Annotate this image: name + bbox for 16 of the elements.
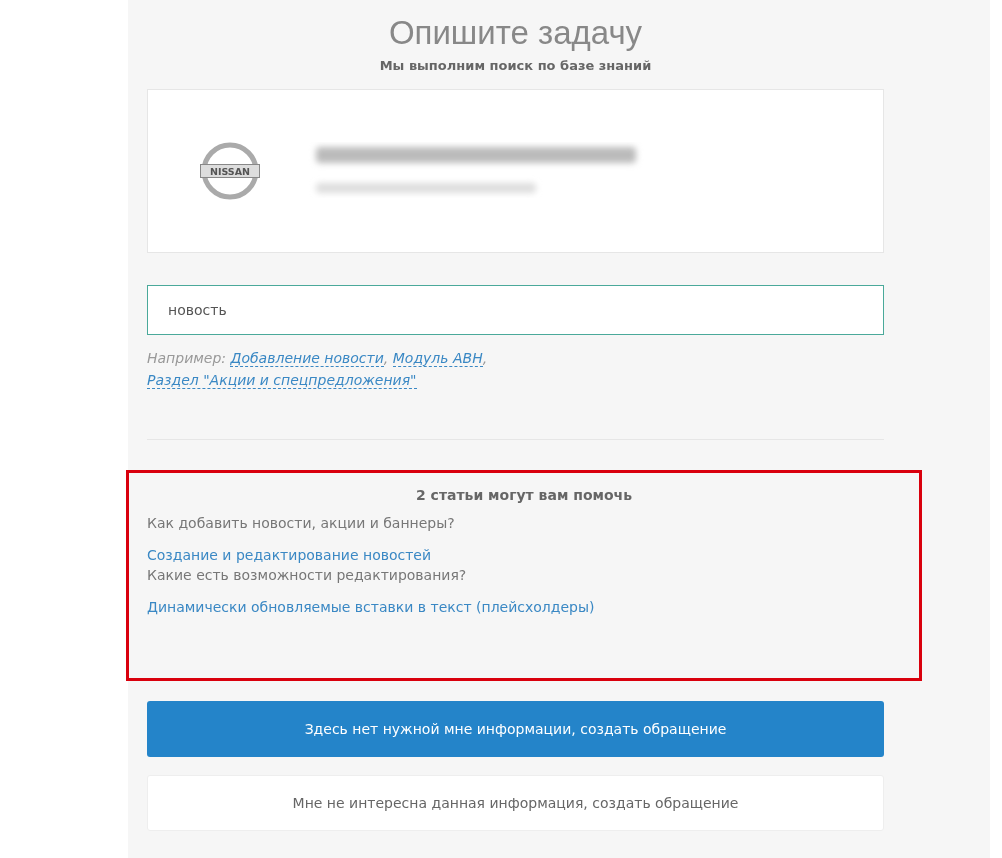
example-link[interactable]: Модуль АВН (392, 350, 483, 367)
separator-text: , (482, 350, 488, 366)
question-text: Какие есть возможности редактирования? (147, 567, 468, 583)
example-link[interactable]: Добавление новости (230, 350, 384, 367)
page-subtitle: Мы выполним поиск по базе знаний (379, 58, 652, 73)
examples-text: Например: Добавление новости, Модуль АВН, Раздел "Акции и спецпредложения" (147, 349, 489, 391)
separator-text: , (383, 350, 389, 366)
skip-create-request-button[interactable]: Мне не интересна данная информация, создать обращение (147, 775, 884, 831)
results-heading: 2 статьи могут вам помочь (415, 487, 633, 503)
question-text: Как добавить новости, акции и баннеры? (147, 515, 456, 531)
search-field[interactable]: новость (147, 285, 884, 335)
article-link[interactable]: Динамически обновляемые вставки в текст (плейсхолдеры) (147, 599, 595, 615)
example-link[interactable]: Раздел "Акции и спецпредложения" (147, 372, 417, 389)
create-request-button[interactable]: Здесь нет нужной мне информации, создать обращение (147, 701, 884, 757)
article-link[interactable]: Создание и редактирование новостей (147, 547, 432, 563)
page-title: Опишите задачу (388, 14, 643, 52)
